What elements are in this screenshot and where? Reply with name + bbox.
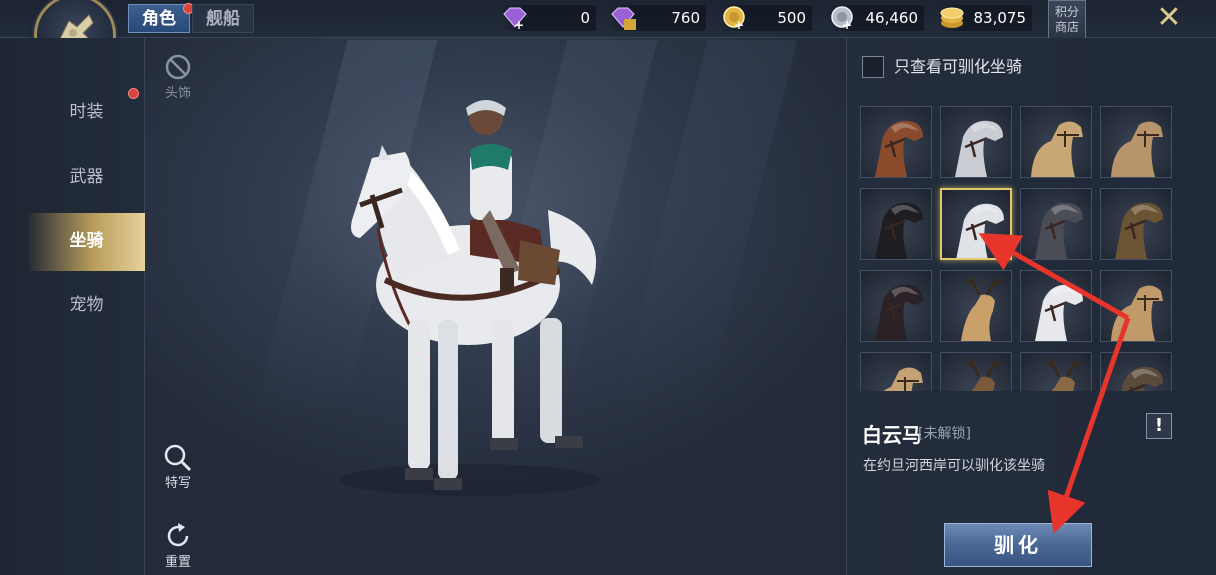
selected-mount-name: 白云马	[862, 423, 922, 447]
sidebar-item-weapon[interactable]: 武器	[28, 149, 145, 205]
mount-description: 在约旦河西岸可以驯化该坐骑	[863, 458, 1045, 474]
mount-slot[interactable]	[860, 106, 932, 178]
tab-ship[interactable]: 舰船	[192, 4, 254, 33]
tame-button[interactable]: 驯化	[944, 523, 1092, 567]
currency-bound-diamond[interactable]: 760	[608, 5, 706, 31]
currency-diamond[interactable]: + 0	[500, 5, 596, 32]
mount-slot[interactable]	[1020, 106, 1092, 178]
filter-label: 只查看可驯化坐骑	[894, 57, 1023, 76]
shop-label: 商店	[1054, 20, 1079, 34]
mount-slot[interactable]	[1100, 106, 1172, 178]
reset-label: 重置	[164, 555, 191, 570]
headwear-label: 头饰	[164, 86, 191, 101]
plus-icon: +	[842, 18, 853, 32]
currency-value: 0	[580, 9, 590, 27]
plus-icon: +	[514, 18, 525, 32]
reset-button[interactable]: 重置	[157, 521, 199, 570]
currency-gold-stack[interactable]: 83,075	[938, 5, 1032, 31]
gold-stack-icon	[940, 7, 964, 28]
mount-slot[interactable]	[1020, 352, 1092, 391]
mount-slot[interactable]	[860, 352, 932, 391]
mount-slot[interactable]	[1020, 270, 1092, 342]
headwear-toggle[interactable]: 头饰	[157, 52, 199, 101]
info-button[interactable]: !	[1146, 413, 1172, 439]
closeup-label: 特写	[164, 476, 191, 491]
selected-mount-status: [未解锁]	[918, 426, 971, 442]
points-shop-button[interactable]: 积分 商店	[1048, 0, 1086, 42]
sidebar-item-mount[interactable]: 坐骑	[28, 213, 145, 271]
plus-icon: +	[734, 18, 745, 32]
sidebar-item-pet[interactable]: 宠物	[28, 277, 145, 333]
closeup-button[interactable]: 特写	[157, 442, 199, 491]
shop-label: 积分	[1054, 5, 1079, 19]
currency-value: 46,460	[865, 9, 919, 27]
tab-role[interactable]: 角色	[128, 4, 190, 33]
mount-slot[interactable]	[1100, 270, 1172, 342]
mount-slot[interactable]	[940, 352, 1012, 391]
currency-silver[interactable]: + 46,460	[828, 5, 924, 32]
mount-slot[interactable]	[940, 270, 1012, 342]
mount-slot[interactable]	[860, 270, 932, 342]
currency-gold[interactable]: + 500	[720, 5, 812, 32]
mount-slot[interactable]	[860, 188, 932, 260]
magnifier-icon	[164, 444, 192, 472]
currency-value: 500	[777, 9, 806, 27]
bound-diamond-icon	[611, 7, 636, 30]
mount-slot[interactable]	[940, 106, 1012, 178]
filter-checkbox[interactable]	[862, 56, 884, 78]
currency-value: 83,075	[973, 9, 1027, 27]
reset-icon	[167, 523, 189, 547]
mount-slot[interactable]	[1100, 188, 1172, 260]
mount-slot[interactable]	[1100, 352, 1172, 391]
mount-slot[interactable]	[1020, 188, 1092, 260]
mount-grid	[858, 104, 1178, 391]
mount-slot[interactable]	[940, 188, 1012, 260]
notification-dot-icon	[128, 88, 139, 99]
close-icon[interactable]: ✕	[1152, 2, 1186, 34]
currency-value: 760	[671, 9, 700, 27]
hidden-icon	[165, 54, 191, 80]
